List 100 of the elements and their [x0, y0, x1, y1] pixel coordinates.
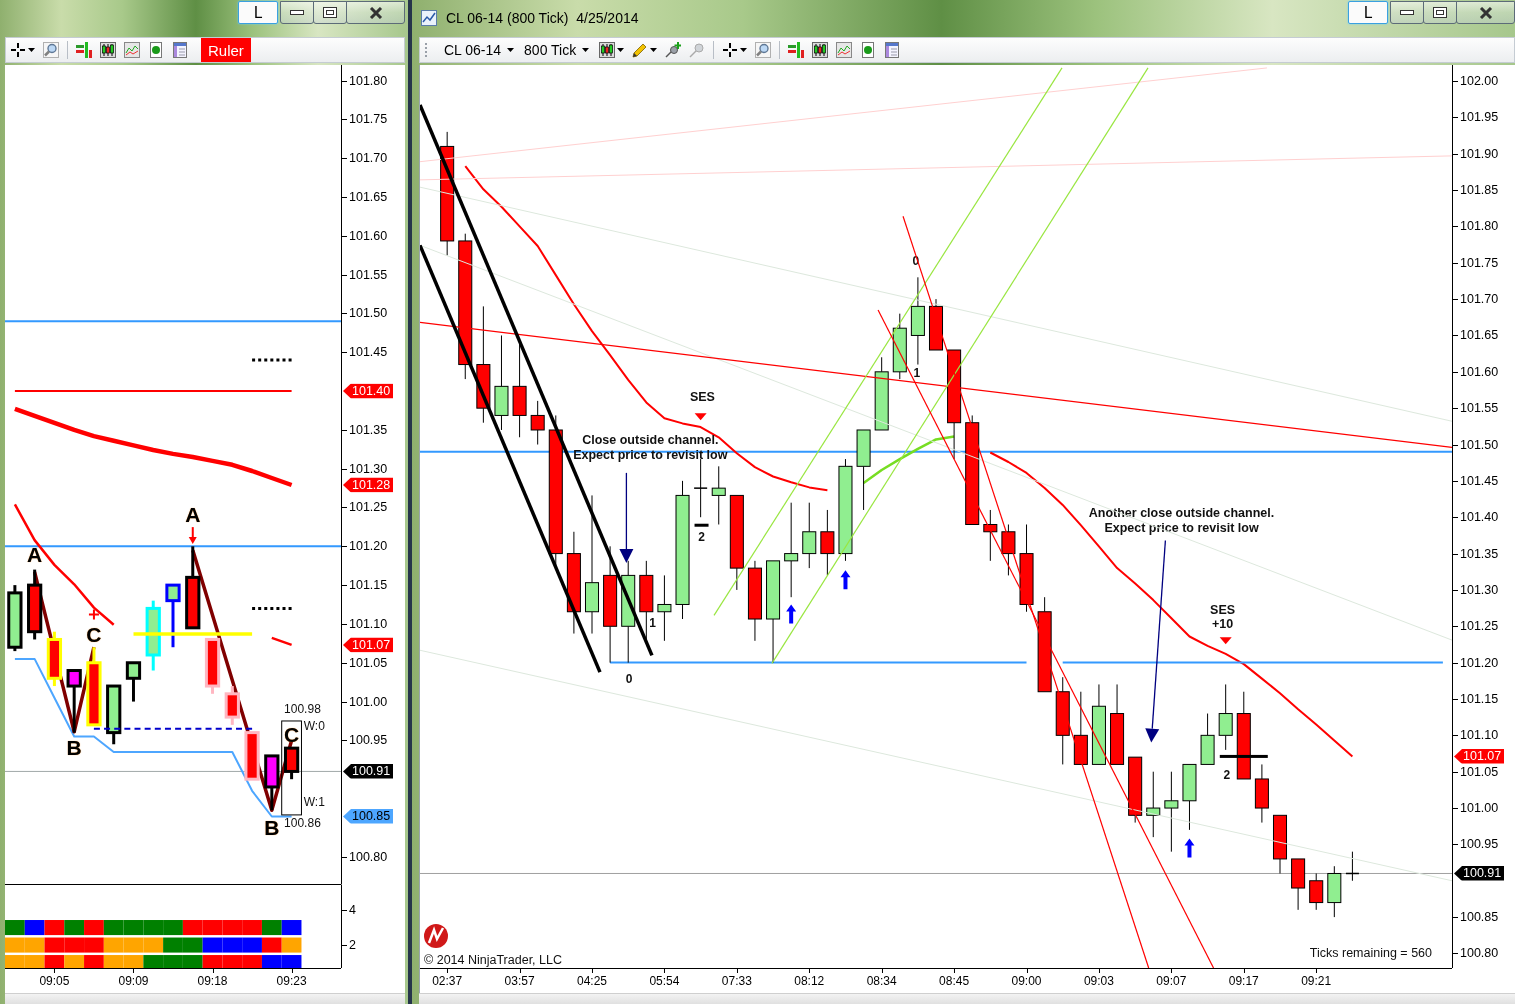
axis-label: 101.85: [1453, 183, 1499, 198]
candle: [1200, 713, 1215, 765]
axis-label: 101.40: [1453, 510, 1499, 525]
candle: [1273, 814, 1287, 874]
close-icon: [1478, 6, 1493, 19]
form-icon[interactable]: [884, 42, 901, 58]
chart-note: Close outside channel.: [582, 432, 719, 448]
axis-label: 101.55: [1453, 401, 1499, 416]
time-label: 04:25: [577, 969, 607, 988]
axis-label: 4: [342, 903, 356, 918]
candle: [1001, 524, 1016, 576]
time-label: 09:17: [1228, 969, 1259, 988]
minimize-button[interactable]: [1390, 1, 1424, 24]
minimize-button[interactable]: [280, 1, 314, 24]
caret-icon: [650, 48, 658, 52]
crosshair-dropdown[interactable]: [10, 42, 35, 58]
chart-note: Another close outside channel.: [1088, 505, 1275, 521]
maximize-button[interactable]: [313, 1, 347, 24]
caret-icon: [617, 48, 625, 52]
candle: [1218, 683, 1233, 751]
axis-label: 2: [342, 938, 356, 953]
bars-icon[interactable]: [788, 42, 805, 58]
close-button[interactable]: [346, 1, 405, 24]
time-label: 09:05: [39, 969, 70, 988]
up-arrow-icon: [840, 570, 851, 590]
time-label: 09:09: [118, 969, 149, 988]
caret-icon: [28, 48, 35, 52]
caption-button[interactable]: L: [238, 1, 278, 24]
down-triangle-icon: [1219, 637, 1232, 645]
grip-icon: [424, 42, 428, 58]
ruler-button[interactable]: Ruler: [201, 38, 251, 62]
minimize-icon: [290, 9, 304, 16]
axis-label: 101.05: [1453, 764, 1499, 779]
time-label: 09:00: [1011, 969, 1042, 988]
pin-plus-icon[interactable]: [665, 42, 682, 58]
caret-icon: [740, 48, 748, 52]
chart-note: SES: [689, 389, 715, 405]
down-triangle-icon: [694, 413, 707, 421]
time-label: 09:23: [276, 969, 307, 988]
chart-note: SES: [1210, 602, 1236, 618]
magnifier-icon[interactable]: [755, 42, 772, 58]
line-chart-icon[interactable]: [836, 42, 853, 58]
axis-label: 101.95: [1453, 110, 1499, 125]
axis-label: 101.20: [1453, 655, 1499, 670]
axis-label: 101.90: [1453, 146, 1499, 161]
time-label: 05:54: [649, 969, 680, 988]
axis-label: 101.30: [1453, 582, 1499, 597]
up-arrow-icon: [786, 604, 797, 624]
time-label: 09:21: [1301, 969, 1332, 988]
axis-label: 101.35: [1453, 546, 1499, 561]
coin-page-icon[interactable]: [860, 42, 877, 58]
dash-icon: [694, 523, 709, 527]
bars-icon[interactable]: [76, 42, 92, 58]
axis-label: 102.00: [1453, 74, 1499, 88]
form-icon[interactable]: [172, 42, 188, 58]
time-label: 08:12: [794, 969, 825, 988]
time-label: 09:18: [197, 969, 228, 988]
price-marker: 100.91: [1454, 865, 1505, 881]
close-button[interactable]: [1456, 1, 1515, 24]
candle: [1309, 873, 1324, 911]
window-title: CL 06-14 (800 Tick) 4/25/2014: [446, 10, 639, 26]
axis-label: 101.50: [1453, 437, 1499, 452]
candlestick-icon[interactable]: [100, 42, 116, 58]
candle: [1146, 771, 1161, 838]
maximize-icon: [1433, 7, 1447, 18]
time-label: 09:07: [1156, 969, 1187, 988]
count-label: 0: [625, 672, 633, 687]
candle: [802, 502, 817, 569]
candlestick-icon: [599, 42, 616, 58]
axis-label: 101.25: [1453, 619, 1499, 634]
candlestick-dropdown[interactable]: [599, 42, 625, 58]
coin-page-icon[interactable]: [148, 42, 164, 58]
count-label: 2: [698, 529, 705, 545]
dropdown-button[interactable]: 800 Tick: [524, 42, 590, 58]
crosshair-icon: [10, 42, 26, 58]
axis-label: 100.85: [1453, 910, 1499, 925]
crosshair-dropdown[interactable]: [722, 42, 748, 58]
minimize-icon: [1400, 9, 1414, 16]
candle: [892, 313, 907, 380]
caption-button[interactable]: L: [1348, 1, 1388, 24]
maximize-button[interactable]: [1423, 1, 1457, 24]
caret-icon: [582, 48, 590, 52]
magnifier-icon[interactable]: [43, 42, 59, 58]
candle: [1327, 865, 1342, 918]
pencil-dropdown[interactable]: [632, 42, 658, 58]
candle: [711, 465, 726, 525]
time-label: 07:33: [721, 969, 752, 988]
time-label: 08:45: [939, 969, 970, 988]
line-chart-icon[interactable]: [124, 42, 140, 58]
candle: [1182, 763, 1197, 831]
axis-label: 101.60: [1453, 364, 1499, 379]
candle: [657, 574, 672, 642]
candle: [929, 298, 943, 351]
dropdown-button[interactable]: CL 06-14: [444, 42, 515, 58]
chart-note: +10: [1212, 616, 1234, 632]
axis-label: 101.65: [1453, 328, 1499, 343]
time-label: 08:34: [866, 969, 897, 988]
candlestick-icon[interactable]: [812, 42, 829, 58]
axis-label: 101.45: [1453, 473, 1499, 488]
count-label: 1: [649, 616, 656, 631]
